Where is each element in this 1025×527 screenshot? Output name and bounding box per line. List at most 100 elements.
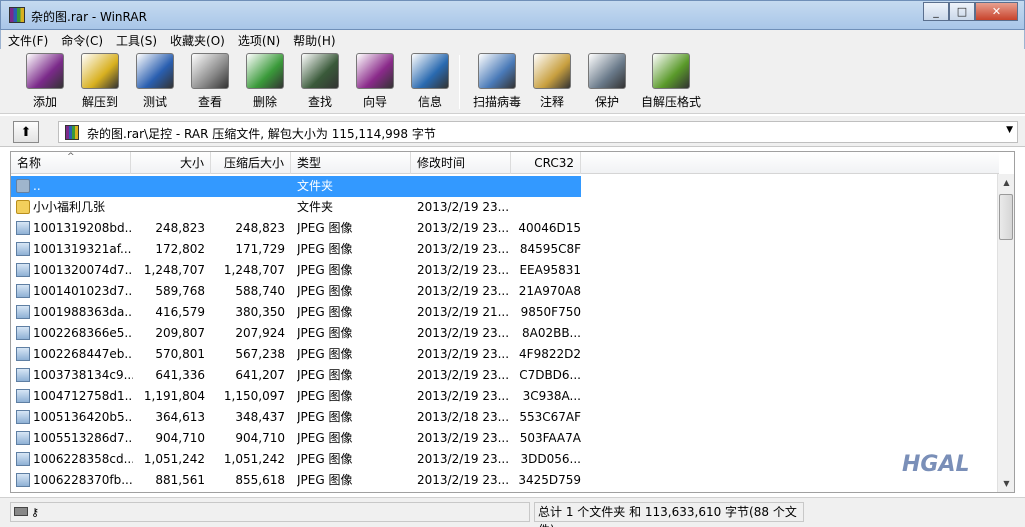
cell-size: 1,191,804	[143, 389, 205, 403]
table-row[interactable]: 1001319208bd... 248,823 248,823 JPEG 图像 2013…	[11, 218, 581, 239]
toolbar-label: 查看	[197, 95, 222, 109]
menu-commands[interactable]: 命令(C)	[54, 30, 109, 49]
column-type[interactable]: 类型	[291, 152, 411, 174]
image-file-icon	[16, 305, 30, 319]
toolbar-button-add-archive[interactable]: 添加	[18, 53, 72, 111]
cell-name: 1004712758d1...	[33, 389, 133, 403]
table-row[interactable]: 1001319321af... 172,802 171,729 JPEG 图像 2013…	[11, 239, 581, 260]
cell-name: 1005513286d7...	[33, 431, 133, 445]
cell-packed-size: 855,618	[235, 473, 285, 487]
key-icon[interactable]: ⚷	[31, 506, 39, 519]
address-bar: ⬆ 杂的图.rar\足控 - RAR 压缩文件, 解包大小为 115,114,9…	[0, 116, 1025, 147]
menu-file[interactable]: 文件(F)	[1, 30, 54, 49]
cell-packed-size: 207,924	[235, 326, 285, 340]
cell-modified: 2013/2/19 23...	[417, 389, 510, 403]
cell-modified: 2013/2/19 23...	[417, 263, 510, 277]
table-row[interactable]: 1002268447eb... 570,801 567,238 JPEG 图像 2013…	[11, 344, 581, 365]
menu-tools[interactable]: 工具(S)	[109, 30, 163, 49]
cell-crc32: EEA95831	[519, 263, 581, 277]
scroll-up-icon[interactable]: ▲	[998, 174, 1014, 191]
column-packed-size[interactable]: 压缩后大小	[211, 152, 291, 174]
cell-type: JPEG 图像	[297, 389, 353, 403]
up-folder-button[interactable]: ⬆	[13, 121, 39, 143]
toolbar-button-info[interactable]: 信息	[403, 53, 457, 111]
toolbar-button-wizard[interactable]: 向导	[348, 53, 402, 111]
toolbar-button-virus-scan[interactable]: 扫描病毒	[467, 53, 527, 111]
find-icon	[301, 53, 339, 89]
table-row[interactable]: 1002268366e5... 209,807 207,924 JPEG 图像 2013…	[11, 323, 581, 344]
extract-to-icon	[81, 53, 119, 89]
image-file-icon	[16, 368, 30, 382]
image-file-icon	[16, 473, 30, 487]
cell-crc32: 40046D15	[518, 221, 581, 235]
table-row[interactable]: 1001401023d7... 589,768 588,740 JPEG 图像 2013…	[11, 281, 581, 302]
cell-size: 589,768	[155, 284, 205, 298]
table-row[interactable]: 1006228358cd... 1,051,242 1,051,242 JPEG 图像…	[11, 449, 581, 470]
cell-modified	[417, 176, 513, 197]
table-row[interactable]: 1003738134c9... 641,336 641,207 JPEG 图像 2013…	[11, 365, 581, 386]
close-button[interactable]: ✕	[975, 2, 1018, 21]
table-row[interactable]: 1001988363da... 416,579 380,350 JPEG 图像 2013…	[11, 302, 581, 323]
menu-favorites[interactable]: 收藏夹(O)	[163, 30, 231, 49]
path-combobox[interactable]: 杂的图.rar\足控 - RAR 压缩文件, 解包大小为 115,114,998…	[58, 121, 1018, 143]
cell-type: JPEG 图像	[297, 326, 353, 340]
cell-name: 1002268447eb...	[33, 347, 133, 361]
toolbar-button-find[interactable]: 查找	[293, 53, 347, 111]
cell-modified: 2013/2/19 23...	[417, 326, 510, 340]
cell-packed-size: 588,740	[235, 284, 285, 298]
toolbar-button-comment[interactable]: 注释	[525, 53, 579, 111]
cell-name: 1006228358cd...	[33, 452, 133, 466]
cell-name: 1005136420b5...	[33, 410, 133, 424]
toolbar-button-sfx[interactable]: 自解压格式	[637, 53, 705, 111]
toolbar-button-delete[interactable]: 删除	[238, 53, 292, 111]
cell-crc32	[511, 176, 581, 197]
toolbar-button-view[interactable]: 查看	[183, 53, 237, 111]
cell-modified: 2013/2/19 23...	[417, 473, 510, 487]
toolbar-label: 添加	[32, 95, 57, 109]
column-name[interactable]: ^ 名称	[11, 152, 131, 174]
view-icon	[191, 53, 229, 89]
cell-crc32: 4F9822D2	[519, 347, 581, 361]
cell-type: JPEG 图像	[297, 368, 353, 382]
toolbar-button-protect[interactable]: 保护	[580, 53, 634, 111]
toolbar-label: 删除	[252, 95, 277, 109]
toolbar-label: 测试	[142, 95, 167, 109]
scroll-thumb[interactable]	[999, 194, 1013, 240]
maximize-button[interactable]: □	[949, 2, 975, 21]
table-row[interactable]: 1004712758d1... 1,191,804 1,150,097 JPEG 图像…	[11, 386, 581, 407]
cell-size: 904,710	[155, 431, 205, 445]
minimize-button[interactable]: _	[923, 2, 949, 21]
image-file-icon	[16, 326, 30, 340]
table-row[interactable]: .. 文件夹	[11, 176, 581, 197]
image-file-icon	[16, 242, 30, 256]
cell-size: 641,336	[155, 368, 205, 382]
column-size[interactable]: 大小	[131, 152, 211, 174]
toolbar-label: 自解压格式	[640, 95, 701, 109]
cell-name: 1001319321af...	[33, 242, 132, 256]
table-row[interactable]: 1005513286d7... 904,710 904,710 JPEG 图像 2013…	[11, 428, 581, 449]
cell-name: 1003738134c9...	[33, 368, 133, 382]
column-modified[interactable]: 修改时间	[411, 152, 511, 174]
cell-name: 1001319208bd...	[33, 221, 133, 235]
column-crc32[interactable]: CRC32	[511, 152, 581, 174]
file-list[interactable]: ^ 名称 大小 压缩后大小 类型 修改时间 CRC32 .. 文件夹小小福利几张文…	[10, 151, 1015, 493]
chevron-down-icon[interactable]: ▼	[1006, 125, 1013, 135]
vertical-scrollbar[interactable]: ▲ ▼	[997, 174, 1014, 492]
winrar-app-icon	[9, 7, 25, 23]
image-file-icon	[16, 221, 30, 235]
table-row[interactable]: 1005136420b5... 364,613 348,437 JPEG 图像 2013…	[11, 407, 581, 428]
cell-name: ..	[33, 179, 41, 193]
table-row[interactable]: 1001320074d7... 1,248,707 1,248,707 JPEG 图像…	[11, 260, 581, 281]
menu-options[interactable]: 选项(N)	[231, 30, 286, 49]
toolbar-button-extract-to[interactable]: 解压到	[73, 53, 127, 111]
cell-name: 1001320074d7...	[33, 263, 133, 277]
cell-crc32: 3DD056...	[520, 452, 581, 466]
image-file-icon	[16, 347, 30, 361]
toolbar-button-test[interactable]: 测试	[128, 53, 182, 111]
cell-packed-size	[211, 176, 285, 197]
cell-crc32: 8A02BB...	[521, 326, 581, 340]
cell-type: 文件夹	[297, 179, 334, 193]
menu-help[interactable]: 帮助(H)	[286, 30, 341, 49]
table-row[interactable]: 1006228370fb... 881,561 855,618 JPEG 图像 2013…	[11, 470, 581, 491]
table-row[interactable]: 小小福利几张 文件夹 2013/2/19 23...	[11, 197, 581, 218]
